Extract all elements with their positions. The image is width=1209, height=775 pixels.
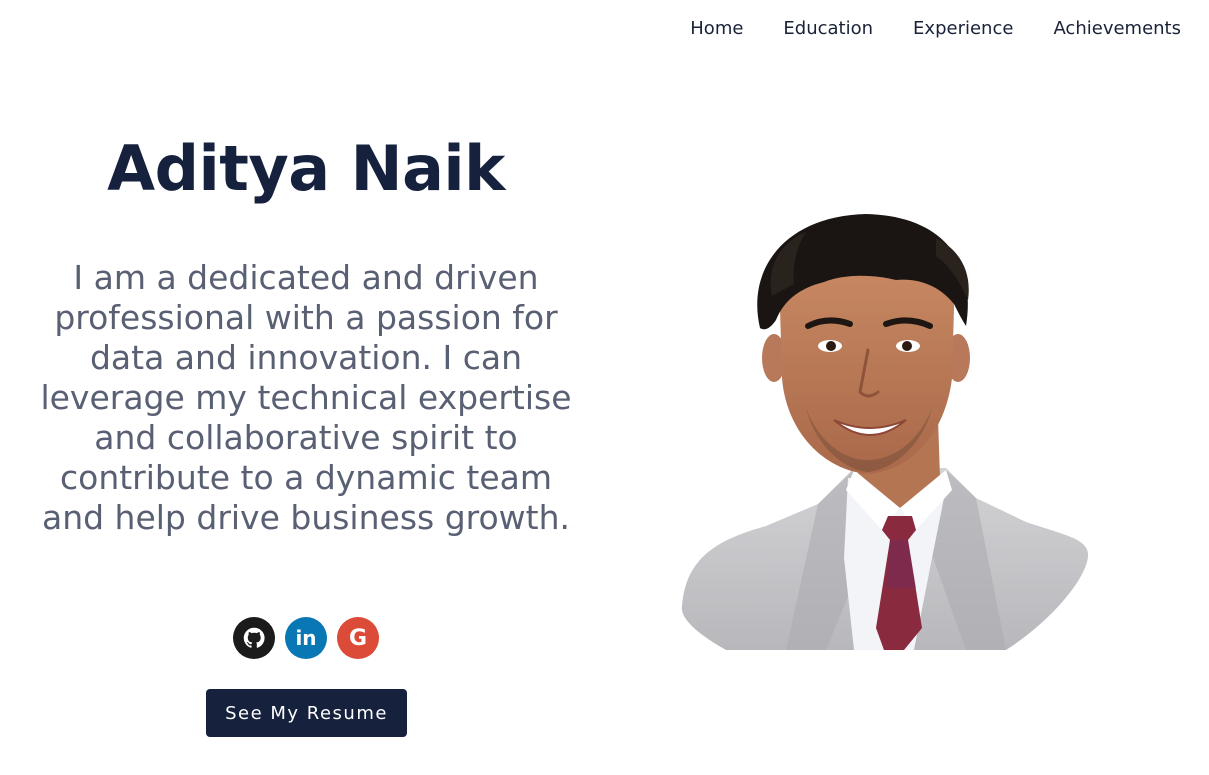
social-links: in G [233, 617, 379, 659]
profile-photo [681, 214, 1089, 650]
nav-link-education[interactable]: Education [783, 18, 873, 39]
google-icon: G [348, 625, 368, 651]
nav-link-experience[interactable]: Experience [913, 18, 1013, 39]
linkedin-link[interactable]: in [285, 617, 327, 659]
linkedin-icon: in [295, 626, 317, 650]
github-icon [243, 627, 265, 648]
google-link[interactable]: G [337, 617, 379, 659]
github-link[interactable] [233, 617, 275, 659]
nav-link-home[interactable]: Home [690, 18, 743, 39]
profile-name: Aditya Naik [107, 132, 505, 205]
profile-bio: I am a dedicated and driven professional… [40, 258, 572, 537]
nav-link-achievements[interactable]: Achievements [1053, 18, 1181, 39]
top-nav: Home Education Experience Achievements [690, 18, 1181, 39]
see-resume-button[interactable]: See My Resume [206, 689, 407, 737]
